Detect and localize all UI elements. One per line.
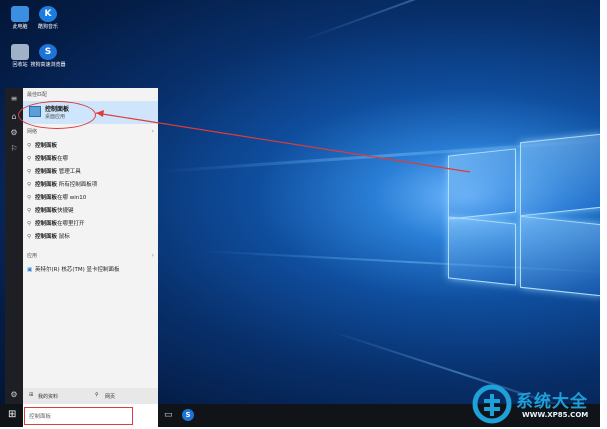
annotation-arrow — [95, 110, 471, 173]
watermark: 系统大全 WWW.XP85.COM — [472, 384, 600, 426]
watermark-brand: 系统大全 — [516, 392, 588, 412]
watermark-url: WWW.XP85.COM — [522, 411, 589, 419]
watermark-logo-icon — [472, 384, 512, 424]
desktop: 此电脑 K 酷狗音乐 回收站 S 搜狗高速浏览器 ≡ ⌂ ⚙ ⚐ ⚙ 最佳匹配 … — [0, 0, 600, 427]
